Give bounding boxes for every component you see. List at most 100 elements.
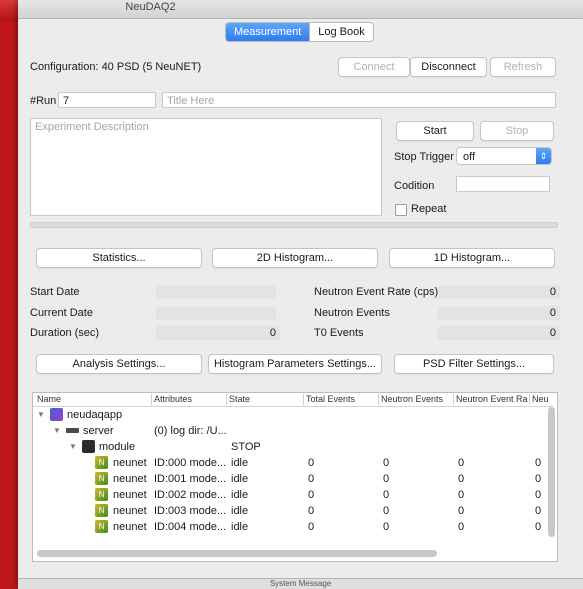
duration-value: 0 — [156, 326, 280, 340]
disclosure-triangle-icon[interactable]: ▼ — [37, 410, 45, 419]
start-date-value — [156, 285, 276, 299]
horizontal-scrollbar[interactable] — [37, 550, 437, 557]
column-header-state[interactable]: State — [229, 394, 250, 404]
column-divider — [378, 394, 379, 405]
column-header-neutron-event-rate[interactable]: Neutron Event Ra — [456, 394, 528, 404]
tab-log-book[interactable]: Log Book — [309, 23, 372, 41]
table-row[interactable]: N neunet ID:004 mode... idle 0 0 0 0 — [33, 519, 553, 535]
row-neutron-event-rate: 0 — [458, 457, 465, 469]
2d-histogram-button[interactable]: 2D Histogram... — [212, 248, 378, 268]
row-state: idle — [231, 489, 249, 501]
row-neutron-events: 0 — [383, 505, 390, 517]
row-neutron-event-rate: 0 — [458, 505, 465, 517]
start-date-label: Start Date — [30, 286, 80, 298]
row-name: neunet — [113, 473, 147, 485]
tree-app-name: neudaqapp — [67, 409, 123, 421]
tree-row-server[interactable]: ▼ server (0) log dir: /U... — [33, 423, 553, 439]
condition-label: Codition — [394, 180, 435, 192]
experiment-description-input[interactable]: Experiment Description — [30, 118, 382, 216]
row-total-events: 0 — [308, 505, 315, 517]
condition-input[interactable] — [456, 176, 550, 192]
disclosure-triangle-icon[interactable]: ▼ — [53, 426, 61, 435]
tree-module-state: STOP — [231, 441, 261, 453]
system-message-titlebar: System Message — [18, 578, 583, 589]
repeat-checkbox[interactable] — [395, 204, 407, 216]
connect-button[interactable]: Connect — [338, 57, 410, 77]
tree-row-module[interactable]: ▼ module STOP — [33, 439, 553, 455]
repeat-label: Repeat — [411, 203, 447, 215]
neutron-events-label: Neutron Events — [314, 307, 390, 319]
neunet-icon: N — [95, 488, 108, 501]
row-neutron-event-rate: 0 — [458, 521, 465, 533]
stop-button[interactable]: Stop — [480, 121, 554, 141]
stop-trigger-select[interactable]: off ⇕ — [456, 147, 552, 165]
row-state: idle — [231, 521, 249, 533]
row-state: idle — [231, 457, 249, 469]
disclosure-triangle-icon[interactable]: ▼ — [69, 442, 77, 451]
column-header-total-events[interactable]: Total Events — [306, 394, 355, 404]
row-attributes: ID:001 mode... — [154, 473, 226, 485]
refresh-button[interactable]: Refresh — [490, 57, 556, 77]
title-input[interactable]: Title Here — [162, 92, 556, 108]
column-divider — [151, 394, 152, 405]
neunet-icon: N — [95, 456, 108, 469]
neutron-event-rate-value: 0 — [438, 285, 560, 299]
row-attributes: ID:000 mode... — [154, 457, 226, 469]
table-row[interactable]: N neunet ID:000 mode... idle 0 0 0 0 — [33, 455, 553, 471]
column-header-name[interactable]: Name — [37, 394, 61, 404]
analysis-settings-button[interactable]: Analysis Settings... — [36, 354, 202, 374]
row-neutron-events: 0 — [383, 521, 390, 533]
histogram-parameters-settings-button[interactable]: Histogram Parameters Settings... — [208, 354, 382, 374]
column-header-attributes[interactable]: Attributes — [154, 394, 192, 404]
psd-filter-settings-button[interactable]: PSD Filter Settings... — [394, 354, 554, 374]
vertical-scrollbar[interactable] — [548, 407, 555, 537]
column-header-neutron-events[interactable]: Neutron Events — [381, 394, 443, 404]
column-divider — [529, 394, 530, 405]
statistics-button[interactable]: Statistics... — [36, 248, 202, 268]
table-row[interactable]: N neunet ID:001 mode... idle 0 0 0 0 — [33, 471, 553, 487]
duration-label: Duration (sec) — [30, 327, 100, 339]
server-icon — [66, 428, 79, 433]
current-date-value — [156, 306, 276, 320]
main-window: NeuDAQ2 Measurement Log Book Configurati… — [18, 0, 583, 589]
row-neutron-events: 0 — [383, 489, 390, 501]
window-titlebar: NeuDAQ2 — [18, 0, 583, 19]
row-name: neunet — [113, 489, 147, 501]
current-date-label: Current Date — [30, 307, 93, 319]
row-neu: 0 — [535, 521, 542, 533]
row-neu: 0 — [535, 489, 542, 501]
row-total-events: 0 — [308, 521, 315, 533]
table-row[interactable]: N neunet ID:002 mode... idle 0 0 0 0 — [33, 487, 553, 503]
tab-bar: Measurement Log Book — [225, 22, 374, 42]
neunet-icon: N — [95, 472, 108, 485]
start-button[interactable]: Start — [396, 121, 474, 141]
disconnect-button[interactable]: Disconnect — [410, 57, 487, 77]
run-label: #Run — [30, 95, 57, 107]
t0-events-value: 0 — [438, 326, 560, 340]
tab-measurement[interactable]: Measurement — [226, 23, 310, 41]
tree-module-name: module — [99, 441, 136, 453]
row-name: neunet — [113, 521, 147, 533]
system-message-title: System Message — [269, 579, 332, 588]
t0-events-label: T0 Events — [314, 327, 364, 339]
run-number-input[interactable]: 7 — [58, 92, 156, 108]
app-icon — [50, 408, 63, 421]
1d-histogram-button[interactable]: 1D Histogram... — [389, 248, 555, 268]
row-neutron-event-rate: 0 — [458, 489, 465, 501]
row-name: neunet — [113, 457, 147, 469]
device-tree-table[interactable]: Name Attributes State Total Events Neutr… — [32, 392, 558, 562]
row-state: idle — [231, 473, 249, 485]
table-row[interactable]: N neunet ID:003 mode... idle 0 0 0 0 — [33, 503, 553, 519]
stop-trigger-label: Stop Trigger — [394, 151, 454, 163]
row-neutron-event-rate: 0 — [458, 473, 465, 485]
configuration-value: 40 PSD (5 NeuNET) — [101, 61, 202, 73]
neutron-event-rate-label: Neutron Event Rate (cps) — [314, 286, 439, 298]
column-divider — [303, 394, 304, 405]
row-neutron-events: 0 — [383, 457, 390, 469]
tree-server-name: server — [83, 425, 114, 437]
tree-row-app[interactable]: ▼ neudaqapp — [33, 407, 553, 423]
configuration-label: Configuration: 40 PSD (5 NeuNET) — [30, 61, 201, 73]
row-total-events: 0 — [308, 489, 315, 501]
column-header-neu[interactable]: Neu — [532, 394, 550, 404]
column-divider — [453, 394, 454, 405]
